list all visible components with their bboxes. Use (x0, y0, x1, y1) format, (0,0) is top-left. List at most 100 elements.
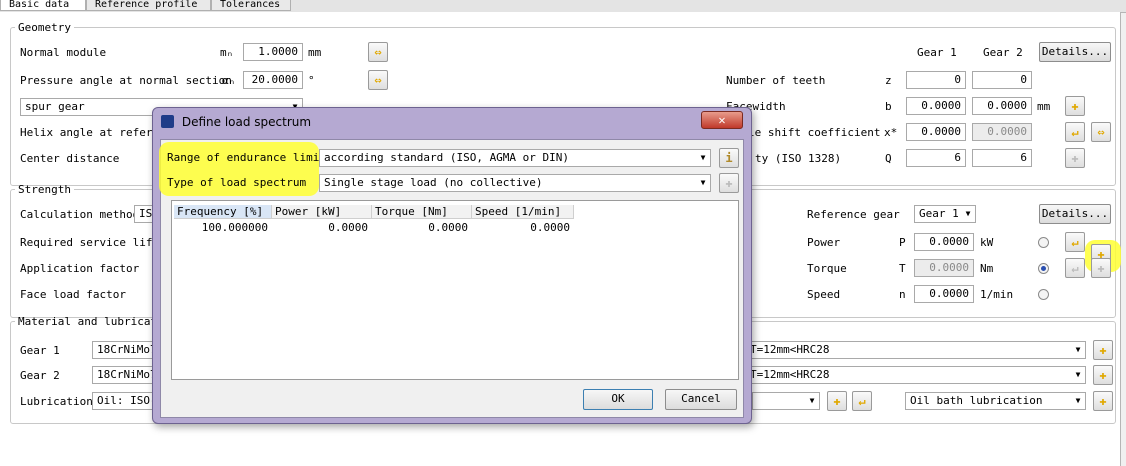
sizing-button-module[interactable]: ⇔ (368, 42, 388, 62)
cancel-button[interactable]: Cancel (665, 389, 737, 410)
power-radio[interactable] (1038, 237, 1049, 248)
geometry-details-button[interactable]: Details... (1039, 42, 1111, 62)
dialog-title-bar: Define load spectrum (161, 112, 721, 132)
center-distance-label: Center distance (20, 152, 120, 165)
sizing-button-pressure-angle[interactable]: ⇔ (368, 70, 388, 90)
strength-details-button[interactable]: Details... (1039, 204, 1111, 224)
teeth-gear1-input[interactable]: 0 (906, 71, 966, 89)
plus-icon: ✚ (1097, 261, 1105, 275)
material-title: Material and lubricati (18, 315, 164, 328)
arrow-return-icon: ↵ (1071, 125, 1079, 139)
facewidth-gear1-input[interactable]: 0.0000 (906, 97, 966, 115)
spectrum-type-select[interactable]: Single stage load (no collective) ▼ (319, 174, 711, 192)
arrow-return-icon: ↵ (858, 394, 866, 408)
range-endurance-select[interactable]: according standard (ISO, AGMA or DIN) ▼ (319, 149, 711, 167)
cell-frequency[interactable]: 100.000000 (174, 221, 268, 235)
reference-gear-select[interactable]: Gear 1 ▼ (914, 205, 976, 223)
profile-shift-symbol: x* (884, 126, 898, 139)
power-input[interactable]: 0.0000 (914, 233, 974, 251)
normal-module-label: Normal module (20, 46, 107, 59)
speed-label: Speed (807, 288, 841, 301)
close-button[interactable]: ✕ (701, 111, 743, 129)
quality-label: ty (ISO 1328) (755, 152, 842, 165)
speed-input[interactable]: 0.0000 (914, 285, 974, 303)
app-icon (161, 115, 174, 128)
column-header-power[interactable]: Power [kW] (272, 205, 372, 219)
lubrication-select[interactable]: Oil: ISO- (92, 392, 154, 410)
gear1-header: Gear 1 (917, 46, 957, 59)
cell-speed[interactable]: 0.0000 (472, 221, 570, 235)
quality-add-button[interactable]: ✚ (1065, 148, 1085, 168)
plus-icon: ✚ (1099, 343, 1107, 357)
cell-torque[interactable]: 0.0000 (372, 221, 468, 235)
facewidth-unit: mm (1037, 100, 1051, 113)
pressure-angle-unit: ° (308, 74, 315, 87)
sizing-arrows-icon: ⇔ (374, 73, 382, 87)
load-spectrum-table[interactable]: Frequency [%] Power [kW] Torque [Nm] Spe… (171, 200, 739, 380)
material-gear2-select-right[interactable]: T=12mm<HRC28 ▼ (745, 366, 1086, 384)
material-gear2-select[interactable]: 18CrNiMo7 (92, 366, 154, 384)
torque-input: 0.0000 (914, 259, 974, 277)
speed-radio[interactable] (1038, 289, 1049, 300)
quality-gear2-input[interactable]: 6 (972, 149, 1032, 167)
torque-label: Torque (807, 262, 847, 275)
calc-method-select[interactable]: IS (134, 205, 154, 223)
pressure-angle-symbol: αₙ (222, 74, 236, 87)
chevron-down-icon: ▼ (965, 209, 971, 218)
tab-basic-data[interactable]: Basic data (0, 0, 86, 11)
material-gear1-select-right[interactable]: T=12mm<HRC28 ▼ (745, 341, 1086, 359)
profile-shift-gear1-input[interactable]: 0.0000 (906, 123, 966, 141)
column-header-torque[interactable]: Torque [Nm] (372, 205, 472, 219)
info-icon: i (725, 151, 733, 165)
lubrication-type-select[interactable]: Oil bath lubrication ▼ (905, 392, 1086, 410)
facewidth-gear2-input[interactable]: 0.0000 (972, 97, 1032, 115)
material-gear1-select[interactable]: 18CrNiMo7 (92, 341, 154, 359)
speed-unit: 1/min (980, 288, 1014, 301)
lubrication-select-right[interactable]: ▼ (752, 392, 820, 410)
helix-angle-label: Helix angle at referen (20, 126, 166, 139)
column-header-frequency[interactable]: Frequency [%] (174, 205, 272, 219)
chevron-down-icon: ▼ (1075, 396, 1081, 405)
calc-method-label: Calculation method (20, 208, 140, 221)
pressure-angle-input[interactable]: 20.0000 (243, 71, 303, 89)
lubrication-convert-button[interactable]: ↵ (852, 391, 872, 411)
facewidth-symbol: b (885, 100, 892, 113)
application-factor-label: Application factor (20, 262, 140, 275)
lubrication-add-button[interactable]: ✚ (827, 391, 847, 411)
facewidth-add-button[interactable]: ✚ (1065, 96, 1085, 116)
range-endurance-label: Range of endurance limit (167, 151, 326, 164)
spectrum-add-button[interactable]: ✚ (719, 173, 739, 193)
dialog-body: Range of endurance limit according stand… (159, 139, 744, 418)
power-convert-button[interactable]: ↵ (1065, 232, 1085, 252)
torque-unit: Nm (980, 262, 994, 275)
tab-tolerances[interactable]: Tolerances (211, 0, 291, 11)
close-icon: ✕ (718, 113, 726, 127)
reference-gear-label: Reference gear (807, 208, 900, 221)
torque-convert-button[interactable]: ↵ (1065, 258, 1085, 278)
profile-shift-convert-button[interactable]: ↵ (1065, 122, 1085, 142)
geometry-title: Geometry (18, 21, 71, 34)
tab-reference-profile[interactable]: Reference profile (86, 0, 211, 11)
chevron-down-icon: ▼ (809, 396, 815, 405)
strength-title: Strength (18, 183, 71, 196)
material-gear1-add-button[interactable]: ✚ (1093, 340, 1113, 360)
profile-shift-sizing-button[interactable]: ⇔ (1091, 122, 1111, 142)
torque-add-button[interactable]: ✚ (1091, 258, 1111, 278)
column-header-speed[interactable]: Speed [1/min] (472, 205, 574, 219)
arrow-return-icon: ↵ (1071, 235, 1079, 249)
normal-module-input[interactable]: 1.0000 (243, 43, 303, 61)
sizing-arrows-icon: ⇔ (1097, 125, 1105, 139)
lubrication-type-add-button[interactable]: ✚ (1093, 391, 1113, 411)
quality-gear1-input[interactable]: 6 (906, 149, 966, 167)
normal-module-symbol: mₙ (220, 46, 234, 59)
power-label: Power (807, 236, 841, 249)
range-info-button[interactable]: i (719, 148, 739, 168)
plus-icon: ✚ (1071, 99, 1079, 113)
torque-radio[interactable] (1038, 263, 1049, 274)
teeth-gear2-input[interactable]: 0 (972, 71, 1032, 89)
quality-symbol: Q (885, 152, 892, 165)
ok-button[interactable]: OK (583, 389, 653, 410)
cell-power[interactable]: 0.0000 (272, 221, 368, 235)
material-gear2-add-button[interactable]: ✚ (1093, 365, 1113, 385)
chevron-down-icon: ▼ (700, 178, 706, 187)
